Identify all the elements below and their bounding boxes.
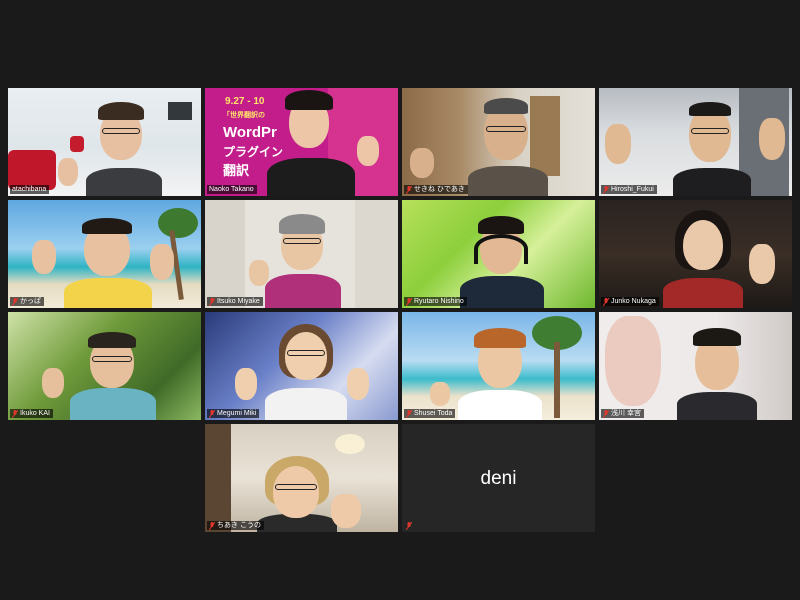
participant-video <box>261 212 345 308</box>
participant-name-label: Shusei Toda <box>404 409 456 418</box>
muted-mic-icon <box>603 409 609 418</box>
muted-mic-icon <box>12 409 18 418</box>
muted-mic-icon <box>209 521 215 530</box>
participant-video <box>251 454 343 532</box>
participant-name-label: Ryutaro Nishino <box>404 297 467 306</box>
poster-line1: 「世界翻訳の <box>223 112 265 119</box>
video-grid: atachibana 9.27 - 10 「世界翻訳の WordPr プラグイン… <box>8 88 792 532</box>
participant-video <box>78 102 168 196</box>
room-furniture <box>8 150 56 190</box>
participant-name-label: せきね ひであき <box>404 185 468 194</box>
waving-hand <box>42 368 64 398</box>
waving-hand <box>410 148 434 178</box>
participant-video <box>456 214 546 308</box>
participant-video <box>265 88 355 196</box>
participant-video <box>261 322 351 420</box>
participant-video <box>454 328 546 420</box>
video-tile-atachibana[interactable]: atachibana <box>8 88 201 196</box>
participant-video <box>669 98 753 196</box>
participant-name-label: Hiroshi_Fukui <box>601 185 657 194</box>
participant-name-label: Naoko Takano <box>207 185 257 194</box>
participant-video <box>66 332 158 420</box>
headphones <box>474 234 528 264</box>
video-tile-megumi-miki[interactable]: Megumi Miki <box>205 312 398 420</box>
waving-hand-left <box>32 240 56 274</box>
waving-hand <box>331 494 361 528</box>
waving-hand <box>357 136 379 166</box>
participant-video <box>60 216 156 308</box>
participant-video <box>462 94 552 196</box>
participant-name-label: atachibana <box>10 185 50 194</box>
waving-hand <box>605 316 661 406</box>
video-tile-deni[interactable]: deni <box>402 424 595 532</box>
video-tile-chiaki-kono[interactable]: ちあき こうの <box>205 424 398 532</box>
participant-name-label: Ikuko KAI <box>10 409 53 418</box>
muted-mic-icon <box>12 297 18 306</box>
participant-name-label: かっぱ <box>10 297 44 306</box>
video-tile-ryutaro-nishino[interactable]: Ryutaro Nishino <box>402 200 595 308</box>
waving-hand-left <box>235 368 257 400</box>
waving-hand <box>58 158 78 186</box>
video-tile-kappa[interactable]: かっぱ <box>8 200 201 308</box>
poster-line4: 翻訳 <box>223 163 250 178</box>
participant-name-label: 浅川 幸宮 <box>601 409 644 418</box>
muted-mic-icon <box>406 185 412 194</box>
video-tile-junko-nukaga[interactable]: Junko Nukaga <box>599 200 792 308</box>
muted-mic-icon <box>603 297 609 306</box>
muted-mic-icon <box>406 297 412 306</box>
palm-tree <box>158 208 198 238</box>
muted-mic-icon <box>406 409 412 418</box>
waving-hand <box>249 260 269 286</box>
video-tile-ikuko-kai[interactable]: Ikuko KAI <box>8 312 201 420</box>
video-tile-sekine[interactable]: せきね ひであき <box>402 88 595 196</box>
muted-mic-icon <box>209 409 215 418</box>
video-tile-naoko-takano[interactable]: 9.27 - 10 「世界翻訳の WordPr プラグイン 翻訳 Naoko T… <box>205 88 398 196</box>
video-tile-shusei-toda[interactable]: Shusei Toda <box>402 312 595 420</box>
waving-hand <box>749 244 775 284</box>
participant-name-label: Itsuko Miyake <box>207 297 263 306</box>
poster-date: 9.27 - 10 <box>225 96 265 107</box>
participant-name-label: ちあき こうの <box>207 521 264 530</box>
waving-hand <box>430 382 450 406</box>
waving-hand-right <box>150 244 174 280</box>
muted-mic-icon <box>209 297 215 306</box>
participant-video <box>659 208 747 308</box>
participant-name-label: Megumi Miki <box>207 409 260 418</box>
video-tile-hiroshi-fukui[interactable]: Hiroshi_Fukui <box>599 88 792 196</box>
waving-hand-right <box>759 118 785 160</box>
muted-mic-icon <box>406 522 412 530</box>
waving-hand-right <box>347 368 369 400</box>
participant-display-name: deni <box>480 468 517 489</box>
participant-video <box>675 326 761 420</box>
video-tile-asakawa[interactable]: 浅川 幸宮 <box>599 312 792 420</box>
waving-hand-left <box>605 124 631 164</box>
video-tile-itsuko-miyake[interactable]: Itsuko Miyake <box>205 200 398 308</box>
participant-name-label: Junko Nukaga <box>601 297 659 306</box>
muted-mic-icon <box>603 185 609 194</box>
participant-status <box>404 522 415 530</box>
